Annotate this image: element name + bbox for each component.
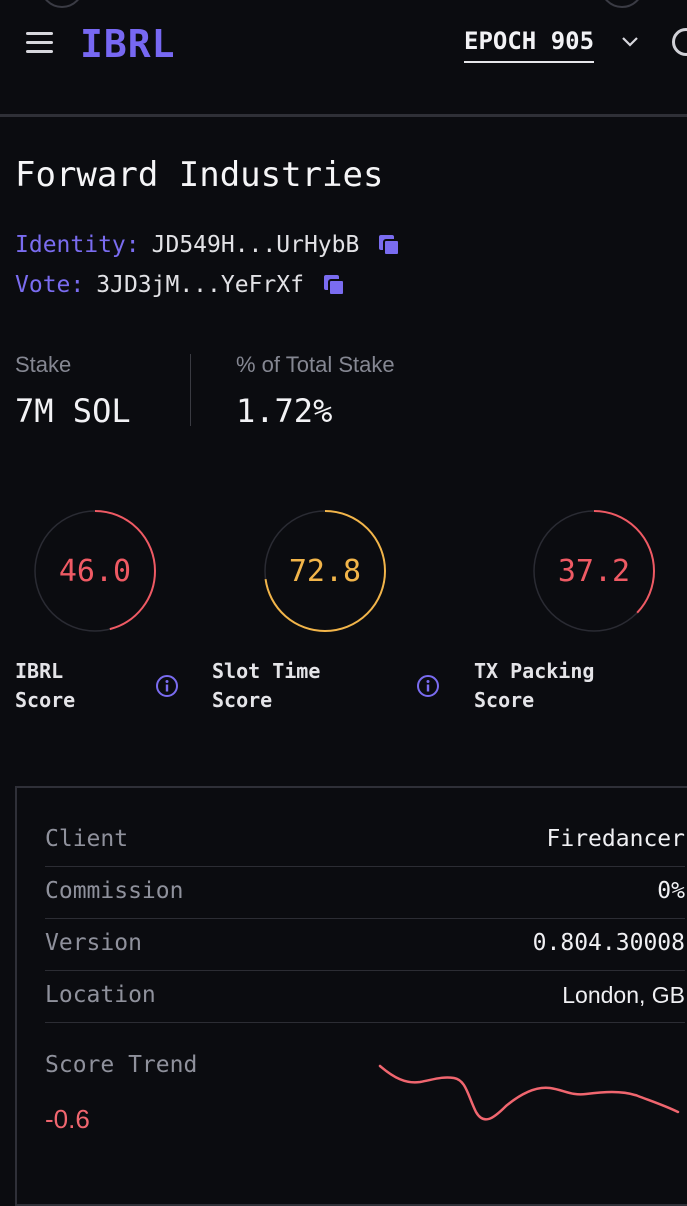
vote-row: Vote: 3JD3jM...YeFrXf xyxy=(15,272,346,298)
score-trend-label: Score Trend xyxy=(45,1052,198,1078)
client-label: Client xyxy=(45,826,129,852)
tx-packing-score-label-line1: TX Packing xyxy=(474,659,595,683)
menu-icon[interactable] xyxy=(26,32,53,54)
version-value: 0.804.30008 xyxy=(532,930,685,956)
location-value: London, GB xyxy=(562,982,685,1008)
ibrl-score-label-line1: IBRL xyxy=(15,659,64,683)
detail-row-location: Location London, GB xyxy=(45,970,685,1023)
app-logo[interactable]: IBRL xyxy=(80,22,176,66)
version-label: Version xyxy=(45,930,142,956)
ibrl-score-gauge: 46.0 xyxy=(30,506,160,636)
client-value: Firedancer xyxy=(546,826,685,852)
identity-value: JD549H...UrHybB xyxy=(151,232,360,258)
stake-value: 7M SOL xyxy=(15,392,131,430)
tx-packing-score-label-line2: Score xyxy=(474,688,535,712)
detail-row-commission: Commission 0% xyxy=(45,866,685,919)
ibrl-score-value: 46.0 xyxy=(58,553,132,589)
vote-value: 3JD3jM...YeFrXf xyxy=(96,272,304,298)
slot-time-score-label: Slot Time Score xyxy=(212,657,320,715)
tx-packing-score-gauge: 37.2 xyxy=(529,506,659,636)
tx-packing-score-label: TX Packing Score xyxy=(474,657,594,715)
copy-vote-icon[interactable] xyxy=(322,273,346,297)
detail-row-client: Client Firedancer xyxy=(45,814,685,867)
stats-divider xyxy=(190,354,191,426)
ibrl-score-label-line2: Score xyxy=(15,688,76,712)
validator-name: Forward Industries xyxy=(15,155,384,195)
chevron-down-icon[interactable] xyxy=(620,32,640,52)
slot-time-score-value: 72.8 xyxy=(288,553,362,589)
identity-label: Identity: xyxy=(15,232,140,258)
search-icon[interactable] xyxy=(672,28,687,56)
tx-packing-score-value: 37.2 xyxy=(557,553,631,589)
ibrl-score-label: IBRL Score xyxy=(15,657,75,715)
header-divider xyxy=(0,114,687,117)
score-trend-sparkline xyxy=(378,1064,680,1121)
identity-row: Identity: JD549H...UrHybB xyxy=(15,232,401,258)
slot-time-score-info-icon[interactable] xyxy=(416,674,440,698)
commission-value: 0% xyxy=(657,878,685,904)
epoch-selector[interactable]: EPOCH 905 xyxy=(464,27,595,63)
copy-identity-icon[interactable] xyxy=(377,233,401,257)
ibrl-score-info-icon[interactable] xyxy=(155,674,179,698)
commission-label: Commission xyxy=(45,878,184,904)
slot-time-score-gauge: 72.8 xyxy=(260,506,390,636)
slot-time-score-label-line2: Score xyxy=(212,688,273,712)
stake-label: Stake xyxy=(15,352,72,377)
app-header: IBRL EPOCH 905 xyxy=(0,0,687,117)
pct-stake-value: 1.72% xyxy=(236,392,333,430)
location-label: Location xyxy=(45,982,156,1008)
score-trend-value: -0.6 xyxy=(45,1104,90,1134)
vote-label: Vote: xyxy=(15,272,85,298)
slot-time-score-label-line1: Slot Time xyxy=(212,659,321,683)
pct-stake-label: % of Total Stake xyxy=(236,352,395,377)
detail-row-version: Version 0.804.30008 xyxy=(45,918,685,971)
